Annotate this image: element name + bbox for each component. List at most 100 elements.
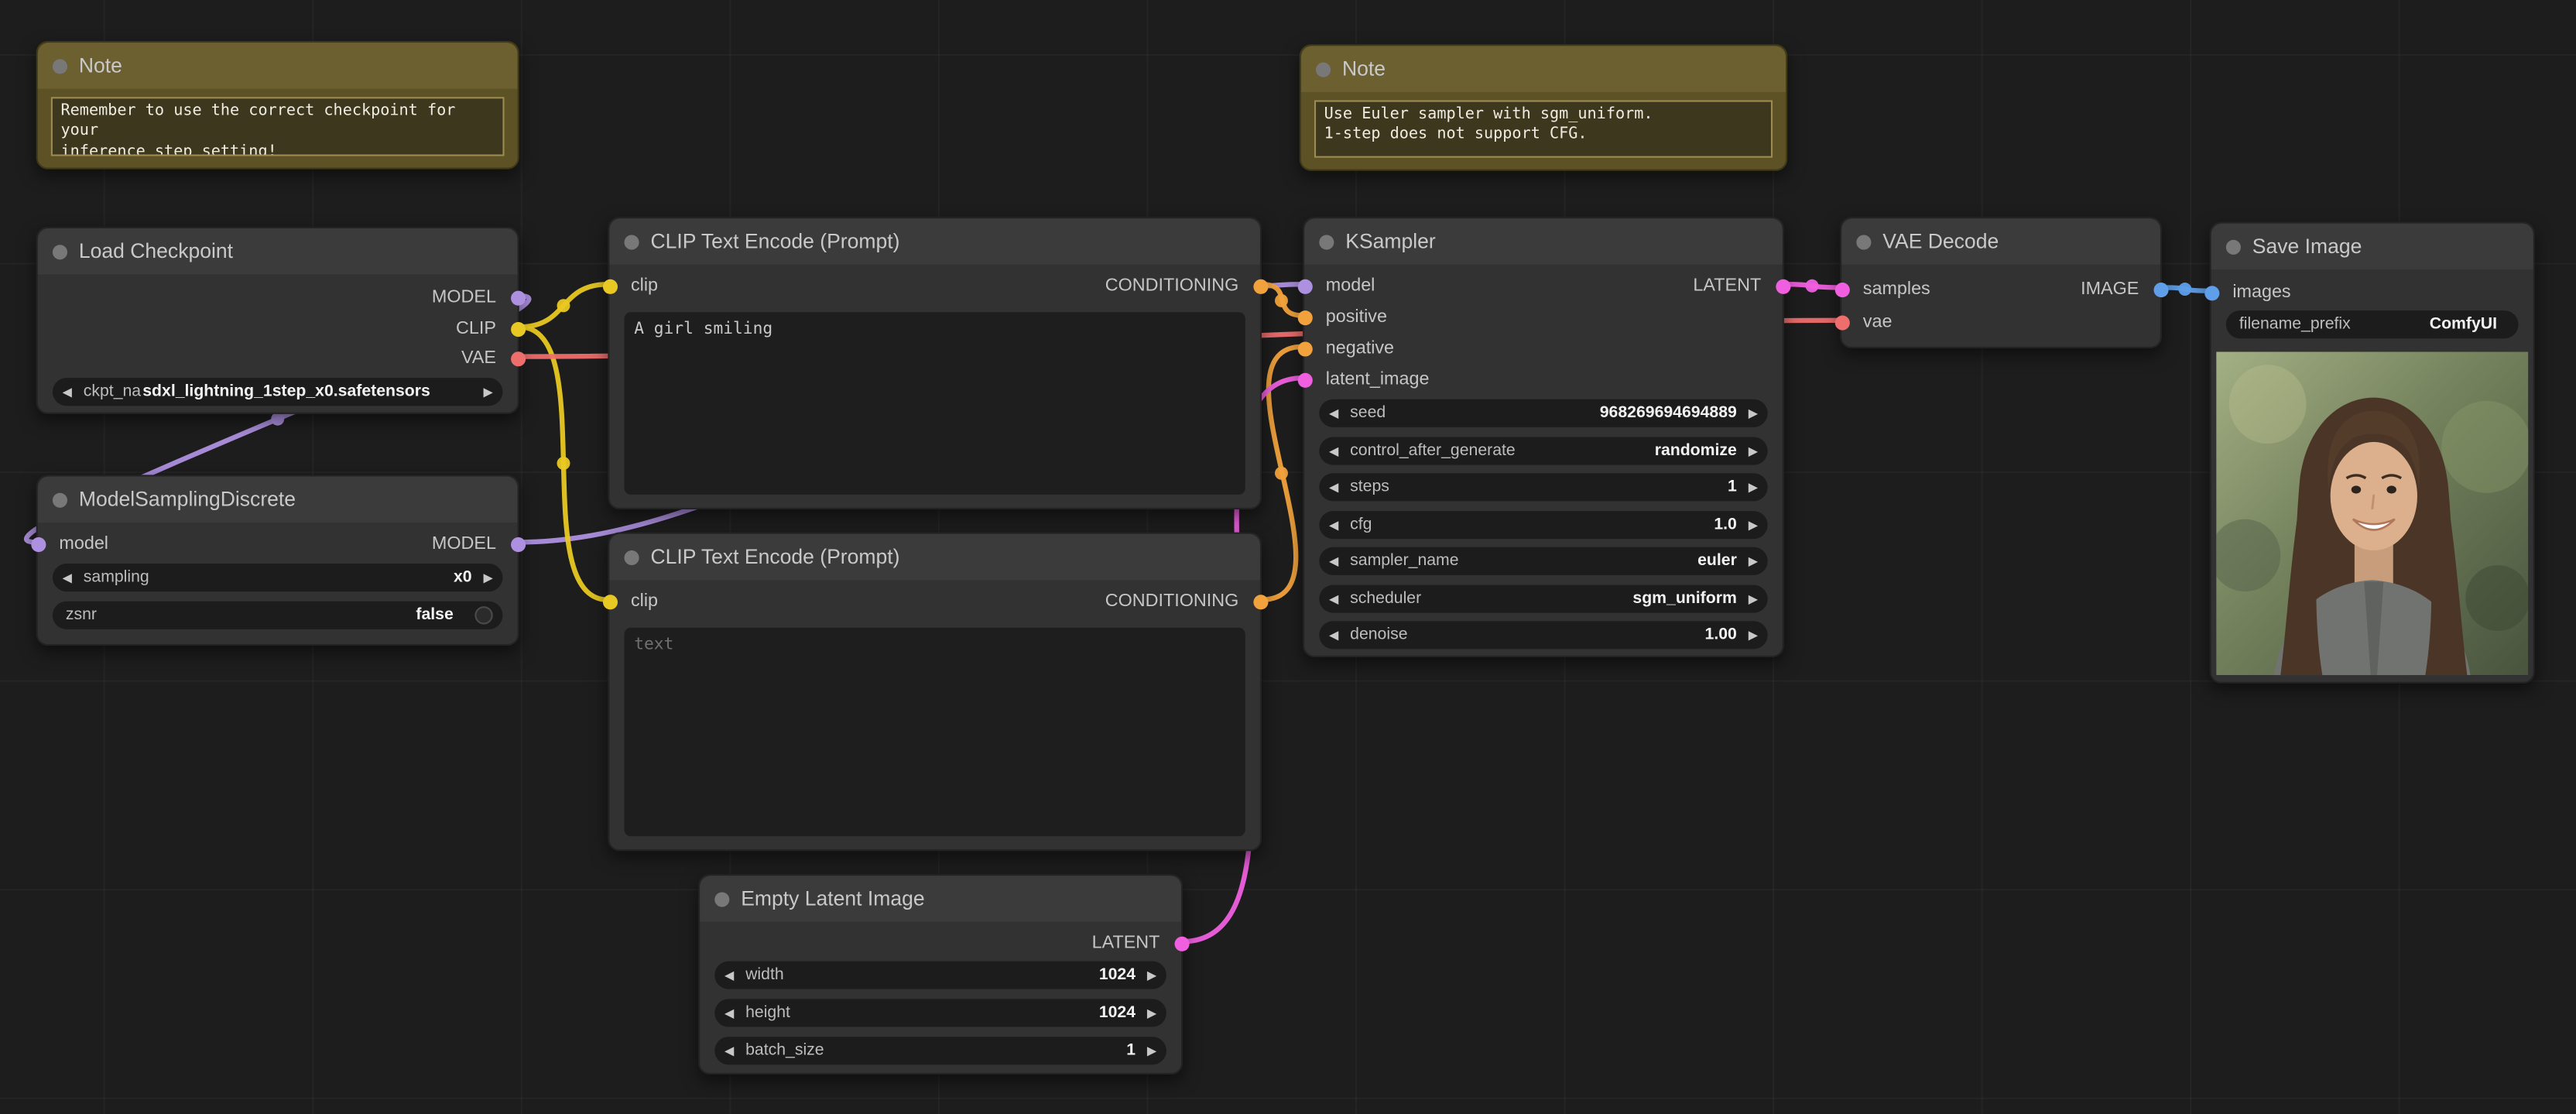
arrow-left-icon[interactable]: ◀ (1329, 629, 1338, 641)
clip-port-dot[interactable] (601, 278, 617, 293)
load-checkpoint-output-model[interactable]: MODEL (432, 284, 526, 310)
arrow-left-icon[interactable]: ◀ (724, 1006, 734, 1020)
widget-zsnr[interactable]: zsnr false (52, 601, 503, 629)
node-clip-text-encode-negative[interactable]: CLIP Text Encode (Prompt) clip CONDITION… (601, 532, 1268, 852)
node-empty-latent-image[interactable]: Empty Latent Image LATENT ◀ width 1024 ▶… (698, 874, 1189, 1075)
ksampler-input-positive[interactable]: positive (1297, 304, 1387, 331)
arrow-right-icon[interactable]: ▶ (1749, 629, 1758, 641)
ksampler-output-latent[interactable]: LATENT (1693, 273, 1790, 299)
clip-port-dot[interactable] (510, 320, 526, 337)
collapse-dot[interactable] (52, 58, 68, 74)
empty-latent-output-latent[interactable]: LATENT (1092, 930, 1189, 956)
widget-ckpt-name[interactable]: ◀ ckpt_na sdxl_lightning_1step_x0.safete… (52, 378, 503, 406)
conditioning-port-dot[interactable] (1252, 594, 1268, 609)
latent-port-dot[interactable] (1297, 372, 1312, 387)
node-note-left[interactable]: Note Remember to use the correct checkpo… (36, 41, 519, 170)
arrow-right-icon[interactable]: ▶ (1147, 1006, 1156, 1020)
vae-decode-input-samples[interactable]: samples (1834, 276, 1930, 303)
node-header[interactable]: Empty Latent Image (700, 876, 1182, 922)
vae-decode-input-vae[interactable]: vae (1834, 309, 1892, 335)
clip-negative-output-conditioning[interactable]: CONDITIONING (1105, 588, 1268, 615)
vae-port-dot[interactable] (1834, 314, 1849, 330)
clip-positive-input-clip[interactable]: clip (601, 273, 658, 299)
widget-steps[interactable]: ◀ steps 1 ▶ (1319, 473, 1768, 502)
ksampler-input-latent-image[interactable]: latent_image (1297, 366, 1429, 392)
collapse-dot[interactable] (714, 891, 730, 907)
widget-denoise[interactable]: ◀ denoise 1.00 ▶ (1319, 621, 1768, 650)
widget-height[interactable]: ◀ height 1024 ▶ (714, 999, 1166, 1027)
node-header[interactable]: Save Image (2211, 223, 2533, 270)
collapse-dot[interactable] (624, 234, 639, 249)
node-header[interactable]: CLIP Text Encode (Prompt) (609, 218, 1260, 265)
arrow-right-icon[interactable]: ▶ (1749, 519, 1758, 531)
model-port-dot[interactable] (510, 536, 526, 552)
widget-filename-prefix[interactable]: filename_prefix ComfyUI (2225, 310, 2519, 339)
arrow-right-icon[interactable]: ▶ (1749, 555, 1758, 567)
conditioning-port-dot[interactable] (1297, 310, 1312, 325)
vae-decode-output-image[interactable]: IMAGE (2081, 276, 2168, 303)
model-sampling-output-model[interactable]: MODEL (432, 531, 526, 557)
arrow-right-icon[interactable]: ▶ (1147, 969, 1156, 982)
prompt-textarea[interactable]: A girl smiling (624, 312, 1245, 495)
latent-port-dot[interactable] (1173, 935, 1189, 951)
image-port-dot[interactable] (2153, 281, 2168, 297)
node-header[interactable]: Load Checkpoint (37, 228, 518, 275)
node-vae-decode[interactable]: VAE Decode samples vae IMAGE (1834, 217, 2168, 348)
collapse-dot[interactable] (1856, 234, 1872, 249)
vae-port-dot[interactable] (510, 351, 526, 366)
node-clip-text-encode-positive[interactable]: CLIP Text Encode (Prompt) clip CONDITION… (601, 217, 1268, 509)
clip-port-dot[interactable] (601, 594, 617, 609)
widget-scheduler[interactable]: ◀ scheduler sgm_uniform ▶ (1319, 584, 1768, 613)
arrow-right-icon[interactable]: ▶ (1749, 593, 1758, 605)
arrow-left-icon[interactable]: ◀ (1329, 555, 1338, 567)
load-checkpoint-output-vae[interactable]: VAE (461, 345, 526, 372)
widget-sampling[interactable]: ◀ sampling x0 ▶ (52, 563, 503, 592)
widget-batch-size[interactable]: ◀ batch_size 1 ▶ (714, 1037, 1166, 1065)
clip-positive-output-conditioning[interactable]: CONDITIONING (1105, 273, 1268, 299)
arrow-left-icon[interactable]: ◀ (1329, 445, 1338, 458)
node-header[interactable]: Note (1300, 46, 1786, 92)
widget-seed[interactable]: ◀ seed 968269694694889 ▶ (1319, 399, 1768, 427)
widget-cfg[interactable]: ◀ cfg 1.0 ▶ (1319, 511, 1768, 540)
model-port-dot[interactable] (1297, 278, 1312, 293)
node-save-image[interactable]: Save Image images filename_prefix ComfyU… (2204, 221, 2535, 684)
arrow-left-icon[interactable]: ◀ (63, 571, 72, 584)
conditioning-port-dot[interactable] (1252, 278, 1268, 293)
arrow-left-icon[interactable]: ◀ (724, 969, 734, 982)
toggle-knob[interactable] (474, 606, 493, 625)
collapse-dot[interactable] (624, 549, 639, 565)
prompt-textarea[interactable]: text (624, 627, 1245, 837)
arrow-right-icon[interactable]: ▶ (1749, 407, 1758, 420)
arrow-right-icon[interactable]: ▶ (483, 571, 492, 584)
node-header[interactable]: VAE Decode (1841, 218, 2160, 265)
widget-control-after-generate[interactable]: ◀ control_after_generate randomize ▶ (1319, 437, 1768, 465)
arrow-right-icon[interactable]: ▶ (1147, 1044, 1156, 1057)
arrow-right-icon[interactable]: ▶ (1749, 445, 1758, 458)
model-sampling-input-model[interactable]: model (30, 531, 108, 557)
save-image-input-images[interactable]: images (2204, 279, 2291, 306)
arrow-left-icon[interactable]: ◀ (724, 1044, 734, 1057)
collapse-dot[interactable] (1319, 234, 1334, 249)
load-checkpoint-output-clip[interactable]: CLIP (456, 316, 526, 342)
ksampler-input-negative[interactable]: negative (1297, 335, 1394, 362)
node-graph-canvas[interactable]: Note Remember to use the correct checkpo… (0, 0, 2576, 1114)
collapse-dot[interactable] (52, 244, 68, 259)
collapse-dot[interactable] (2225, 238, 2241, 254)
conditioning-port-dot[interactable] (1297, 341, 1312, 356)
node-header[interactable]: KSampler (1304, 218, 1783, 265)
arrow-left-icon[interactable]: ◀ (1329, 519, 1338, 531)
node-header[interactable]: Note (37, 43, 518, 89)
node-load-checkpoint[interactable]: Load Checkpoint MODEL CLIP VAE ◀ ckpt_na… (36, 226, 526, 414)
collapse-dot[interactable] (1316, 61, 1331, 77)
image-port-dot[interactable] (2204, 285, 2219, 300)
latent-port-dot[interactable] (1834, 281, 1849, 297)
widget-width[interactable]: ◀ width 1024 ▶ (714, 961, 1166, 989)
arrow-right-icon[interactable]: ▶ (1749, 481, 1758, 493)
collapse-dot[interactable] (52, 492, 68, 507)
latent-port-dot[interactable] (1775, 278, 1790, 293)
model-port-dot[interactable] (510, 290, 526, 305)
node-header[interactable]: CLIP Text Encode (Prompt) (609, 533, 1260, 581)
arrow-left-icon[interactable]: ◀ (1329, 481, 1338, 493)
generated-image-preview[interactable] (2216, 351, 2529, 676)
arrow-left-icon[interactable]: ◀ (1329, 593, 1338, 605)
